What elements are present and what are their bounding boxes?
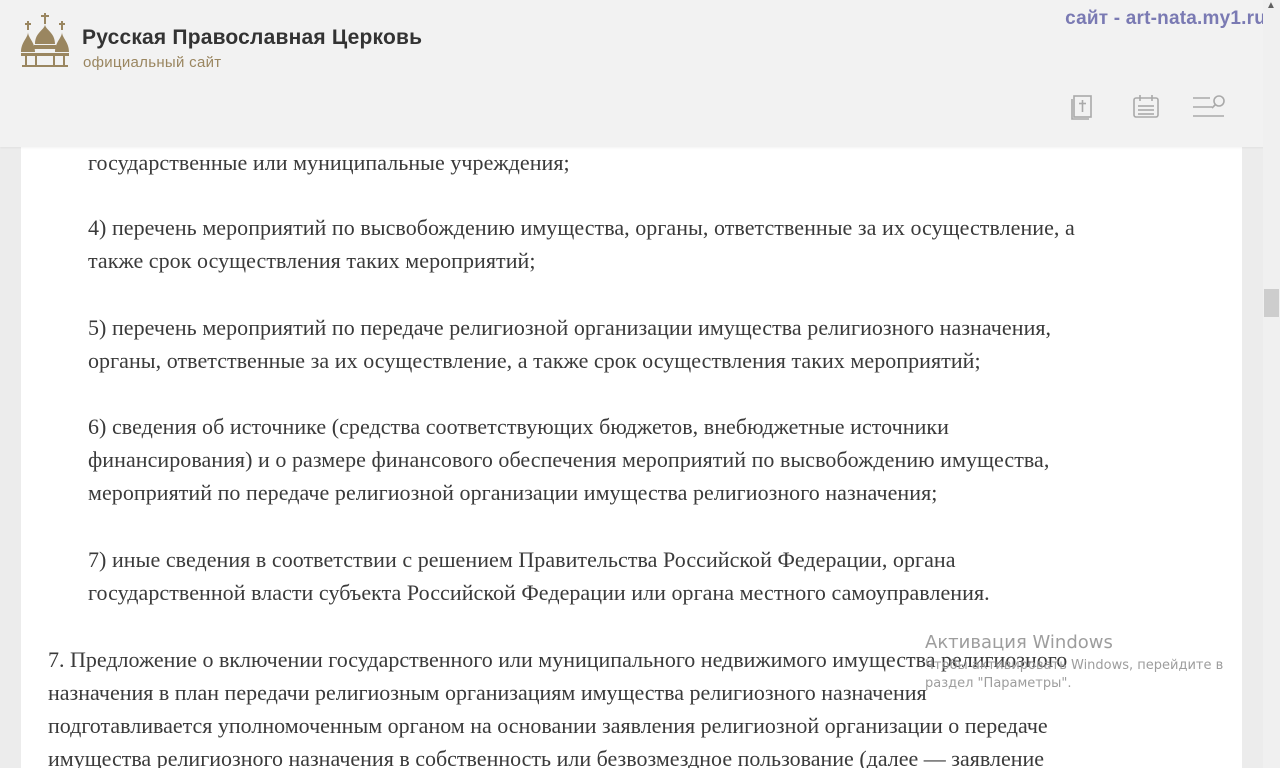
list-item-5: 5) перечень мероприятий по передаче рели…: [88, 311, 1228, 377]
text-line: также срок осуществления таких мероприят…: [88, 248, 536, 273]
site-subtitle: официальный сайт: [83, 54, 222, 71]
list-item-7: 7) иные сведения в соответствии с решени…: [88, 543, 1228, 609]
scroll-up-arrow-icon[interactable]: ▲: [1265, 0, 1277, 11]
text-line: имущества религиозного назначения в собс…: [48, 746, 1045, 768]
calendar-icon[interactable]: [1131, 92, 1161, 122]
scrollbar[interactable]: ▲: [1263, 0, 1280, 768]
list-item-continuation: государственные или муниципальные учрежд…: [88, 146, 1228, 179]
church-logo[interactable]: [20, 12, 70, 68]
site-header: Русская Православная Церковь официальный…: [0, 0, 1280, 147]
activation-line: Чтобы активировать Windows, перейдите в: [925, 658, 1224, 673]
text-line: государственной власти субъекта Российск…: [88, 580, 990, 605]
site-title[interactable]: Русская Православная Церковь: [82, 26, 422, 50]
text-line: органы, ответственные за их осуществлени…: [88, 348, 981, 373]
watermark-text: сайт - art-nata.my1.ru: [1065, 8, 1266, 29]
activation-title: Активация Windows: [925, 632, 1113, 653]
text-line: 4) перечень мероприятий по высвобождению…: [88, 215, 1075, 240]
activation-line: раздел "Параметры".: [925, 676, 1072, 691]
scroll-thumb[interactable]: [1264, 289, 1279, 317]
bible-icon[interactable]: [1068, 92, 1098, 122]
list-item-4: 4) перечень мероприятий по высвобождению…: [88, 211, 1228, 277]
text-line: 7) иные сведения в соответствии с решени…: [88, 547, 956, 572]
text-line: 6) сведения об источнике (средства соотв…: [88, 414, 949, 439]
text-line: финансирования) и о размере финансового …: [88, 447, 1050, 472]
text-line: государственные или муниципальные учрежд…: [88, 150, 570, 175]
menu-search-icon[interactable]: [1192, 92, 1228, 122]
windows-activation-notice: Активация Windows Чтобы активировать Win…: [925, 632, 1223, 693]
text-line: мероприятий по передаче религиозной орга…: [88, 480, 938, 505]
text-line: подготавливается уполномоченным органом …: [48, 713, 1048, 738]
text-line: 5) перечень мероприятий по передаче рели…: [88, 315, 1052, 340]
list-item-6: 6) сведения об источнике (средства соотв…: [88, 410, 1228, 509]
